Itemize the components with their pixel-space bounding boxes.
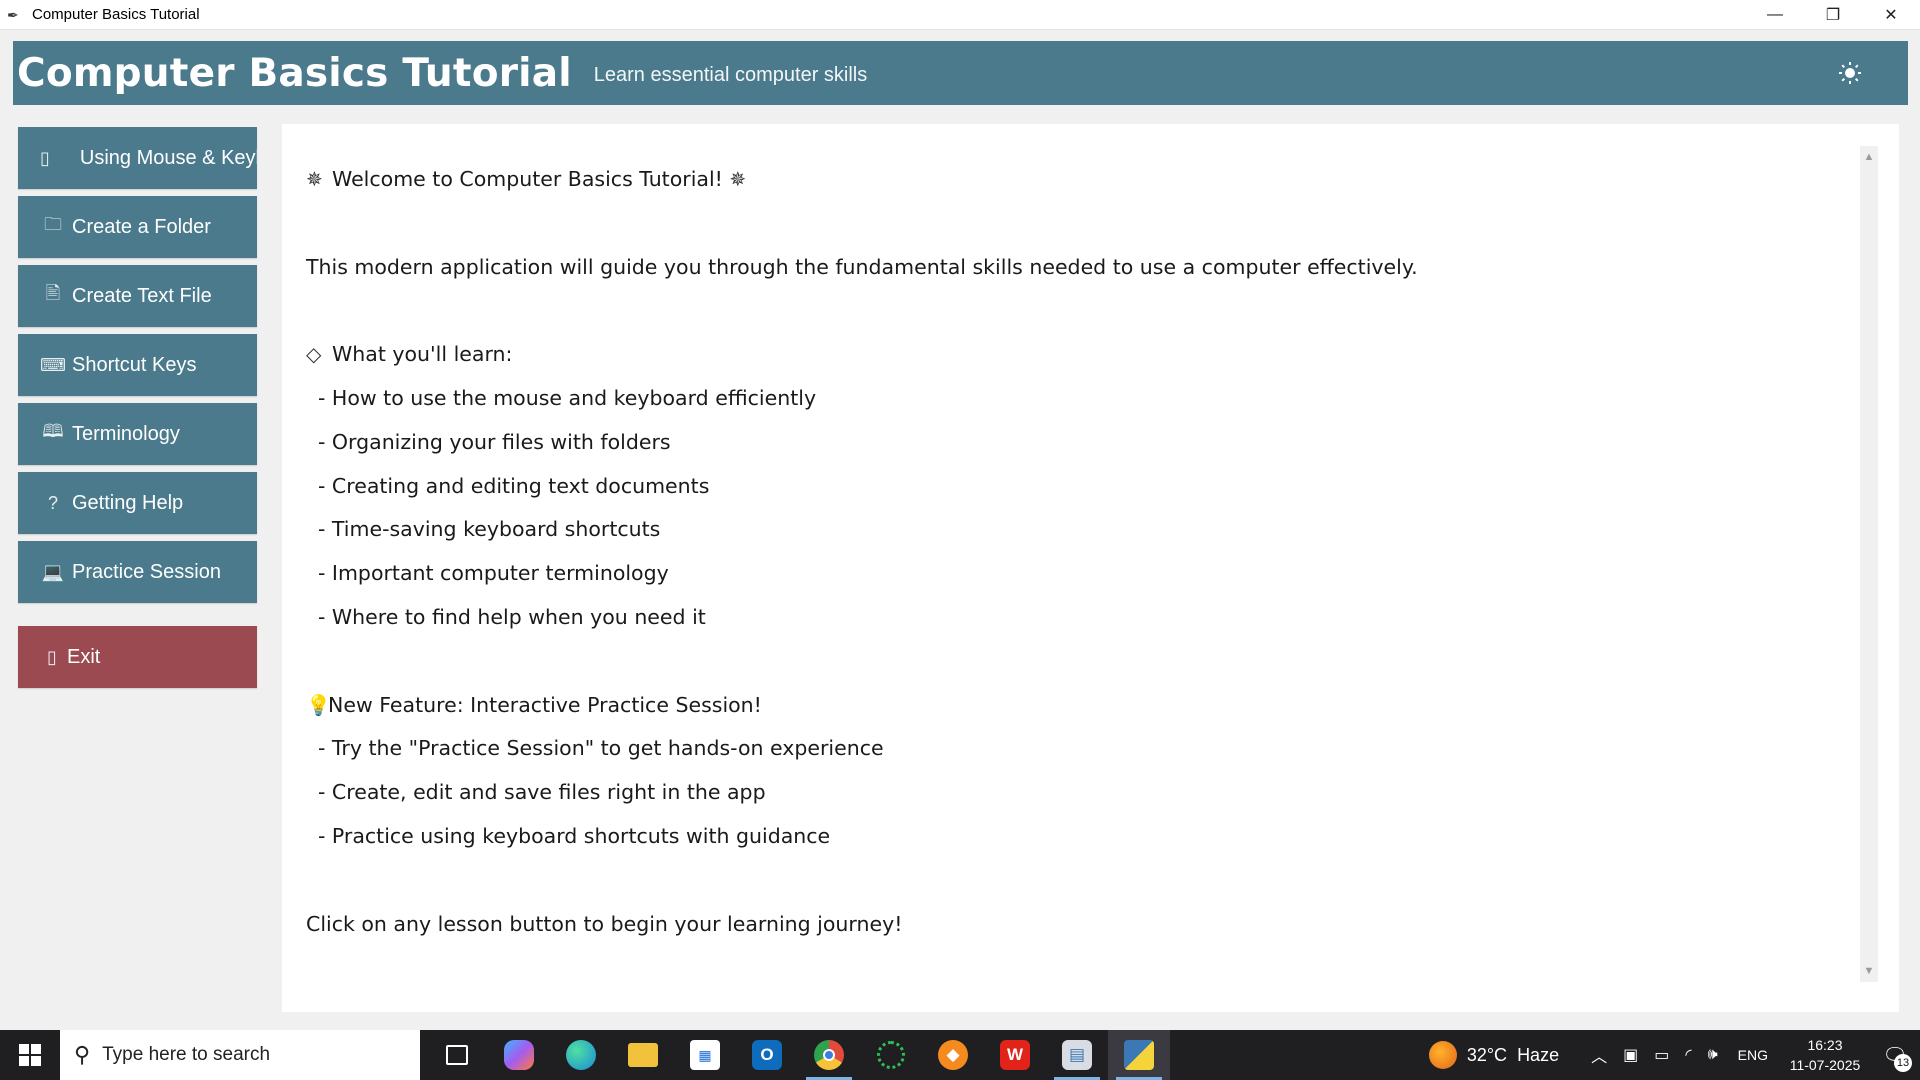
brave-icon[interactable]: ◆ bbox=[922, 1030, 984, 1080]
restore-button[interactable]: ❐ bbox=[1804, 0, 1862, 30]
list-item: - Creating and editing text documents bbox=[318, 473, 710, 498]
weather-widget[interactable]: 32°C Haze bbox=[1428, 1041, 1560, 1069]
closing-text: Click on any lesson button to begin your… bbox=[306, 911, 903, 936]
sidebar-item-label: Terminology bbox=[72, 422, 180, 445]
scroll-up-arrow-icon[interactable]: ▲ bbox=[1860, 148, 1878, 166]
python-idle-icon[interactable]: ▤ bbox=[1046, 1030, 1108, 1080]
weather-temp: 32°C bbox=[1466, 1044, 1508, 1065]
laptop-icon: 💻 bbox=[41, 561, 65, 582]
keyboard-icon: ⌨ bbox=[40, 354, 66, 375]
chrome-icon[interactable] bbox=[798, 1030, 860, 1080]
start-button[interactable] bbox=[0, 1030, 60, 1080]
feature-heading-label: New Feature: Interactive Practice Sessio… bbox=[328, 692, 762, 717]
lightbulb-icon: 💡 bbox=[306, 692, 331, 717]
question-icon: ? bbox=[47, 492, 58, 513]
weather-condition: Haze bbox=[1517, 1044, 1560, 1065]
windows-taskbar: ⚲ Type here to search ▦ O ◆ W ▤ 32°C Haz… bbox=[0, 1030, 1920, 1080]
list-item: - Try the "Practice Session" to get hand… bbox=[318, 736, 884, 761]
copilot-icon[interactable] bbox=[488, 1030, 550, 1080]
learn-heading-label: What you'll learn: bbox=[332, 342, 513, 367]
weather-icon bbox=[1428, 1041, 1457, 1069]
app-subtitle: Learn essential computer skills bbox=[593, 63, 868, 86]
app-header: Computer Basics Tutorial Learn essential… bbox=[13, 41, 1908, 105]
system-tray: 32°C Haze ︿ ▣ ▭ ◜ 🕪 ENG 16:23 11-07-2025… bbox=[1428, 1030, 1920, 1080]
sidebar-item-label: Create Text File bbox=[72, 284, 212, 307]
minimize-button[interactable]: — bbox=[1746, 0, 1804, 30]
outlook-icon[interactable]: O bbox=[736, 1030, 798, 1080]
door-icon: ▯ bbox=[47, 646, 57, 667]
window-titlebar: ✒ Computer Basics Tutorial — ❐ ✕ bbox=[0, 0, 1920, 30]
battery-icon[interactable]: ▭ bbox=[1654, 1045, 1669, 1065]
list-item: - Practice using keyboard shortcuts with… bbox=[318, 823, 831, 848]
sidebar-item-label: Getting Help bbox=[72, 491, 184, 514]
sidebar-item-mouse-keyboard[interactable]: ▯ Using Mouse & Keyboard bbox=[18, 127, 257, 189]
windows-logo-icon bbox=[19, 1044, 41, 1066]
folder-icon: 🗀 bbox=[44, 214, 62, 234]
window-title: Computer Basics Tutorial bbox=[32, 6, 200, 23]
meet-now-icon[interactable]: ▣ bbox=[1623, 1045, 1638, 1065]
app-title: Computer Basics Tutorial bbox=[17, 50, 572, 96]
feature-heading: 💡New Feature: Interactive Practice Sessi… bbox=[306, 684, 1806, 728]
chevron-up-icon[interactable]: ︿ bbox=[1591, 1043, 1607, 1067]
list-item: - Where to find help when you need it bbox=[318, 604, 706, 629]
clock-time: 16:23 bbox=[1807, 1037, 1843, 1053]
theme-toggle-icon bbox=[1839, 62, 1861, 84]
taskbar-clock[interactable]: 16:23 11-07-2025 bbox=[1780, 1035, 1870, 1075]
python-app-icon[interactable] bbox=[1108, 1030, 1170, 1080]
task-view-icon[interactable] bbox=[426, 1030, 488, 1080]
sidebar-item-practice-session[interactable]: 💻 Practice Session bbox=[18, 541, 257, 603]
list-item: - Create, edit and save files right in t… bbox=[318, 780, 766, 805]
sidebar-item-create-text-file[interactable]: 🖹 Create Text File bbox=[18, 265, 257, 327]
welcome-text: ✵ Welcome to Computer Basics Tutorial! ✵ … bbox=[306, 158, 1806, 946]
sidebar-item-getting-help[interactable]: ? Getting Help bbox=[18, 472, 257, 534]
diamond-icon: ◇ bbox=[306, 342, 322, 367]
intro-text: This modern application will guide you t… bbox=[306, 254, 1418, 279]
close-button[interactable]: ✕ bbox=[1862, 0, 1920, 30]
wifi-icon[interactable]: ◜ bbox=[1685, 1045, 1691, 1065]
content-scrollbar[interactable]: ▲ ▼ bbox=[1860, 146, 1878, 982]
file-explorer-icon[interactable] bbox=[612, 1030, 674, 1080]
edge-icon[interactable] bbox=[550, 1030, 612, 1080]
list-item: - Time-saving keyboard shortcuts bbox=[318, 517, 661, 542]
loading-app-icon[interactable] bbox=[860, 1030, 922, 1080]
volume-icon[interactable]: 🕪 bbox=[1708, 1046, 1718, 1064]
sidebar-item-terminology[interactable]: 🕮 Terminology bbox=[18, 403, 257, 465]
sparkle-icon: ✵ bbox=[306, 167, 323, 191]
sparkle-icon: ✵ bbox=[729, 167, 747, 191]
learn-heading: ◇ What you'll learn: bbox=[306, 333, 1806, 377]
sidebar-item-shortcut-keys[interactable]: ⌨ Shortcut Keys bbox=[18, 334, 257, 396]
scroll-down-arrow-icon[interactable]: ▼ bbox=[1860, 962, 1878, 980]
mouse-icon: ▯ bbox=[40, 147, 50, 168]
sidebar-item-label: Practice Session bbox=[72, 560, 221, 583]
list-item: - How to use the mouse and keyboard effi… bbox=[318, 385, 817, 410]
notification-badge: 13 bbox=[1894, 1054, 1912, 1072]
feather-icon: ✒ bbox=[7, 6, 19, 23]
sidebar-item-create-folder[interactable]: 🗀 Create a Folder bbox=[18, 196, 257, 258]
welcome-title: Welcome to Computer Basics Tutorial! bbox=[332, 167, 723, 191]
lesson-sidebar: ▯ Using Mouse & Keyboard 🗀 Create a Fold… bbox=[18, 127, 257, 695]
sidebar-item-label: Using Mouse & Keyboard bbox=[79, 146, 257, 169]
wps-office-icon[interactable]: W bbox=[984, 1030, 1046, 1080]
list-item: - Important computer terminology bbox=[318, 561, 669, 586]
sidebar-item-label: Shortcut Keys bbox=[72, 353, 197, 376]
document-edit-icon: 🖹 bbox=[45, 283, 61, 303]
list-item: - Organizing your files with folders bbox=[318, 429, 671, 454]
exit-button[interactable]: ▯ Exit bbox=[18, 626, 257, 688]
search-placeholder: Type here to search bbox=[102, 1044, 271, 1065]
search-icon: ⚲ bbox=[74, 1042, 91, 1067]
book-icon: 🕮 bbox=[42, 421, 64, 441]
window-controls: — ❐ ✕ bbox=[1746, 0, 1920, 30]
taskbar-search-box[interactable]: ⚲ Type here to search bbox=[60, 1030, 420, 1080]
notification-center-icon[interactable]: 🗨 13 bbox=[1870, 1030, 1920, 1080]
lesson-content-panel[interactable]: ✵ Welcome to Computer Basics Tutorial! ✵ … bbox=[282, 124, 1899, 1012]
exit-label: Exit bbox=[67, 645, 101, 668]
sun-icon[interactable] bbox=[1836, 59, 1864, 87]
clock-date: 11-07-2025 bbox=[1789, 1057, 1861, 1073]
sidebar-item-label: Create a Folder bbox=[72, 215, 211, 238]
microsoft-store-icon[interactable]: ▦ bbox=[674, 1030, 736, 1080]
taskbar-apps: ▦ O ◆ W ▤ bbox=[426, 1030, 1170, 1080]
welcome-heading: ✵ Welcome to Computer Basics Tutorial! ✵ bbox=[306, 158, 1806, 202]
language-indicator[interactable]: ENG bbox=[1738, 1047, 1768, 1063]
